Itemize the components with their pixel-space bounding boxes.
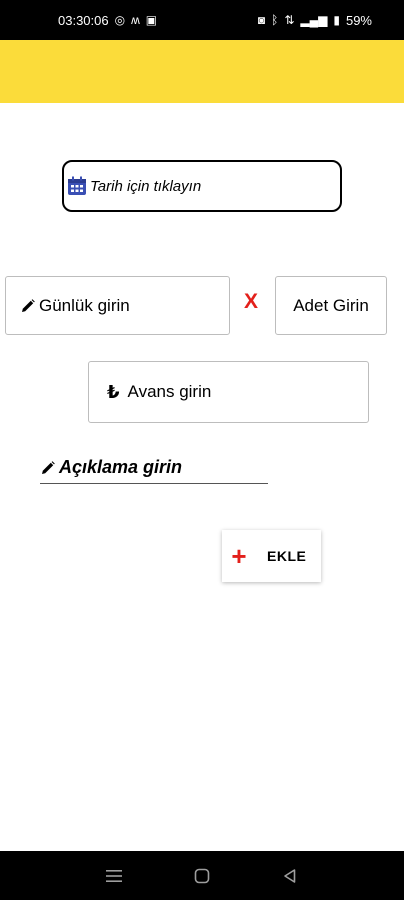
notification-icon: ʍ: [131, 13, 140, 27]
add-button-label: EKLE: [267, 548, 307, 564]
advance-label: Avans girin: [127, 382, 212, 401]
status-bar: 03:30:06 ◎ ʍ ▣ ◙ ᛒ ⇅ ▂▄▆ ▮ 59%: [0, 0, 404, 40]
status-left: 03:30:06 ◎ ʍ ▣: [58, 13, 157, 28]
count-label: Adet Girin: [293, 295, 369, 315]
daily-wage-label: Günlük girin: [39, 295, 130, 315]
instagram-icon: ◎: [114, 13, 126, 27]
advance-field[interactable]: ₺ Avans girin: [88, 361, 369, 423]
plus-icon: +: [231, 541, 247, 571]
clipboard-icon: ▣: [145, 13, 158, 27]
bluetooth-icon: ᛒ: [271, 13, 279, 27]
calendar-icon: [66, 175, 88, 197]
app-bar: [0, 40, 404, 103]
pencil-icon: [40, 460, 56, 476]
recent-apps-icon[interactable]: [102, 864, 126, 888]
description-label: Açıklama girin: [59, 457, 183, 477]
back-icon[interactable]: [278, 864, 302, 888]
navigation-bar: [0, 851, 404, 900]
lira-icon: ₺: [107, 381, 120, 402]
signal-icon: ▂▄▆: [300, 13, 328, 27]
date-picker-label: Tarih için tıklayın: [90, 177, 202, 195]
add-button[interactable]: + EKLE: [222, 530, 321, 582]
battery-icon: ▮: [333, 13, 340, 27]
multiply-sign: X: [244, 290, 259, 313]
home-icon[interactable]: [190, 864, 214, 888]
daily-wage-field[interactable]: Günlük girin: [5, 276, 230, 335]
nfc-icon: ◙: [257, 13, 266, 27]
description-field[interactable]: Açıklama girin: [40, 452, 268, 484]
date-picker-button[interactable]: Tarih için tıklayın: [62, 160, 342, 212]
network-speed-icon: ⇅: [284, 13, 295, 27]
pencil-icon: [20, 298, 36, 314]
status-right: ◙ ᛒ ⇅ ▂▄▆ ▮ 59%: [258, 13, 372, 28]
battery-level: 59%: [345, 12, 372, 28]
count-field[interactable]: Adet Girin: [275, 276, 387, 335]
status-time: 03:30:06: [58, 12, 109, 28]
